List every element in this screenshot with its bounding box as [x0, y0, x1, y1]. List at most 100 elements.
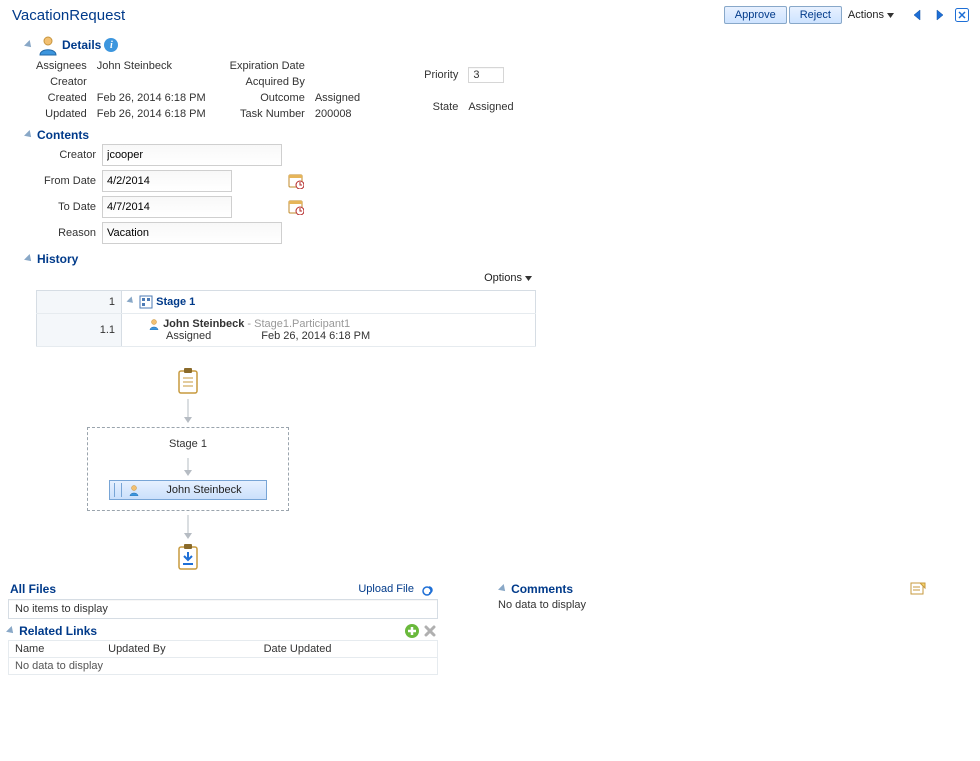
col-updatedby[interactable]: Updated By [102, 641, 257, 658]
chevron-down-icon [887, 13, 894, 18]
actions-label: Actions [848, 9, 884, 21]
person-icon [148, 318, 160, 330]
flow-person-box[interactable]: John Steinbeck [109, 480, 267, 500]
from-input[interactable] [102, 170, 232, 192]
row-number: 1 [37, 291, 122, 314]
approve-button[interactable]: Approve [724, 6, 787, 24]
contents-section: Contents Creator From Date To Date Reaso… [8, 128, 972, 244]
history-section: History Options 1 Stage 1 1.1 [8, 252, 972, 571]
person-icon [37, 34, 59, 56]
assignees-value: John Steinbeck [97, 60, 206, 72]
comments-twisty[interactable] [498, 584, 508, 594]
info-icon[interactable]: i [104, 38, 118, 52]
files-title: All Files [10, 582, 56, 596]
created-value: Feb 26, 2014 6:18 PM [97, 92, 206, 104]
created-label: Created [36, 92, 87, 104]
expiration-label: Expiration Date [230, 60, 305, 72]
page-title: VacationRequest [8, 7, 125, 24]
delete-icon[interactable] [422, 623, 438, 639]
contents-title: Contents [37, 128, 89, 142]
row-date: Feb 26, 2014 6:18 PM [261, 330, 370, 342]
related-title: Related Links [19, 624, 97, 638]
details-header: Details i [8, 34, 972, 56]
table-header-row: Name Updated By Date Updated [9, 641, 438, 658]
options-menu[interactable]: Options [480, 270, 536, 286]
arrow-down-icon [183, 399, 193, 423]
history-options-bar: Options [36, 266, 536, 290]
related-twisty[interactable] [6, 626, 16, 636]
drag-handle-icon[interactable] [114, 483, 122, 497]
history-row[interactable]: 1 Stage 1 [37, 291, 536, 314]
col-dateupdated[interactable]: Date Updated [258, 641, 438, 658]
flow-stage-label: Stage 1 [169, 438, 207, 450]
attachment-icon[interactable] [418, 581, 436, 597]
details-title: Details [62, 38, 101, 52]
person-icon [128, 484, 140, 496]
clipboard-end-icon [176, 543, 200, 571]
reject-button[interactable]: Reject [789, 6, 842, 24]
new-comment-icon[interactable] [910, 581, 926, 597]
add-icon[interactable] [404, 623, 420, 639]
participant-id: - Stage1.Participant1 [244, 318, 350, 330]
priority-input[interactable]: 3 [468, 67, 504, 83]
details-grid: Assignees John Steinbeck Creator Created… [8, 56, 972, 120]
reason-input[interactable] [102, 222, 282, 244]
comments-header: Comments [498, 581, 928, 597]
participant-name: John Steinbeck [163, 318, 244, 330]
outcome-label: Outcome [230, 92, 305, 104]
action-bar: Approve Reject Actions [724, 6, 972, 24]
contents-twisty[interactable] [24, 130, 34, 140]
prev-arrow-icon[interactable] [908, 7, 928, 23]
row-status: Assigned [166, 330, 211, 342]
files-header: All Files Upload File [8, 581, 438, 597]
related-empty: No data to display [9, 658, 438, 675]
c-creator-input[interactable] [102, 144, 282, 166]
arrow-down-icon [183, 458, 193, 476]
state-label: State [424, 101, 458, 113]
reason-label: Reason [36, 227, 96, 239]
comments-empty: No data to display [498, 599, 928, 611]
table-row: No data to display [9, 658, 438, 675]
clipboard-start-icon [176, 367, 200, 395]
stage-box: Stage 1 John Steinbeck [87, 427, 289, 511]
priority-label: Priority [424, 69, 458, 81]
to-input[interactable] [102, 196, 232, 218]
row-twisty[interactable] [127, 296, 136, 305]
flow-diagram: Stage 1 John Steinbeck [98, 367, 278, 571]
outcome-value: Assigned [315, 92, 360, 104]
state-value: Assigned [468, 101, 513, 113]
bottom-panels: All Files Upload File No items to displa… [8, 581, 972, 675]
flow-person-name: John Steinbeck [146, 484, 262, 496]
from-label: From Date [36, 175, 96, 187]
related-header: Related Links [8, 623, 438, 639]
files-empty: No items to display [8, 599, 438, 619]
history-header: History [8, 252, 972, 266]
col-name[interactable]: Name [9, 641, 103, 658]
history-twisty[interactable] [24, 254, 34, 264]
actions-menu[interactable]: Actions [844, 7, 898, 23]
arrow-down-icon [183, 515, 193, 539]
calendar-icon[interactable] [288, 173, 308, 189]
comments-title: Comments [511, 582, 573, 596]
updated-value: Feb 26, 2014 6:18 PM [97, 108, 206, 120]
details-twisty[interactable] [24, 40, 34, 50]
to-label: To Date [36, 201, 96, 213]
upload-link[interactable]: Upload File [358, 583, 414, 595]
next-arrow-icon[interactable] [930, 7, 950, 23]
close-icon[interactable] [952, 7, 972, 23]
stage-label: Stage 1 [156, 296, 195, 308]
c-creator-label: Creator [36, 149, 96, 161]
row-number: 1.1 [37, 314, 122, 347]
stage-icon [139, 295, 153, 309]
history-row[interactable]: 1.1 John Steinbeck - Stage1.Participant1… [37, 314, 536, 347]
updated-label: Updated [36, 108, 87, 120]
options-label: Options [484, 272, 522, 284]
assignees-label: Assignees [36, 60, 87, 72]
calendar-icon[interactable] [288, 199, 308, 215]
chevron-down-icon [525, 276, 532, 281]
comments-panel: Comments No data to display [498, 581, 928, 611]
files-panel: All Files Upload File No items to displa… [8, 581, 438, 675]
creator-label: Creator [36, 76, 87, 88]
tasknum-value: 200008 [315, 108, 360, 120]
history-table: 1 Stage 1 1.1 John Steinbeck - Stage1.Pa… [36, 290, 536, 347]
